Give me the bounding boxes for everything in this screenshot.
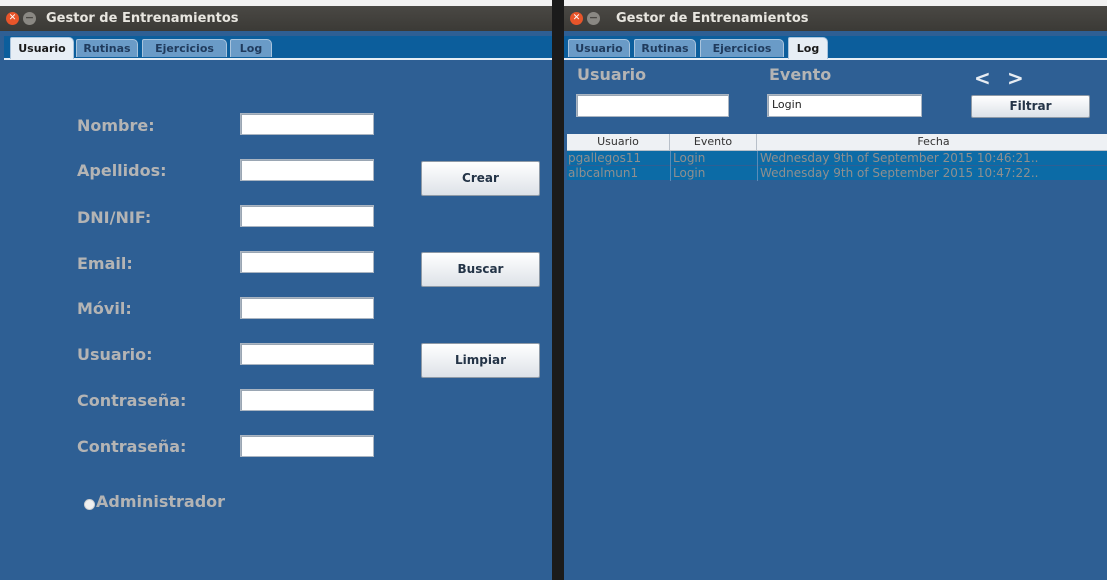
- column-fecha[interactable]: Fecha: [757, 134, 1107, 150]
- tab-usuario[interactable]: Usuario: [10, 37, 74, 59]
- dni-label: DNI/NIF:: [77, 208, 152, 227]
- minimize-icon[interactable]: −: [23, 12, 36, 25]
- movil-label: Móvil:: [77, 299, 132, 318]
- usuario-filter-input[interactable]: [576, 94, 729, 117]
- close-icon[interactable]: ✕: [6, 12, 19, 25]
- crear-button[interactable]: Crear: [421, 161, 540, 196]
- tab-ejercicios[interactable]: Ejercicios: [700, 39, 784, 57]
- dni-field[interactable]: [240, 205, 374, 227]
- apellidos-field[interactable]: [240, 159, 374, 181]
- evento-filter-input[interactable]: Login: [767, 94, 922, 117]
- evento-filter-label: Evento: [769, 65, 832, 84]
- nombre-field[interactable]: [240, 113, 374, 135]
- row-usuario-cell: albcalmun1: [568, 166, 639, 180]
- confirm-password-field[interactable]: [240, 435, 374, 457]
- password-field[interactable]: [240, 389, 374, 411]
- table-row[interactable]: albcalmun1 Login Wednesday 9th of Septem…: [567, 166, 1107, 181]
- table-row[interactable]: pgallegos11 Login Wednesday 9th of Septe…: [567, 151, 1107, 166]
- tab-ejercicios[interactable]: Ejercicios: [142, 39, 227, 57]
- log-window: ✕ − Gestor de Entrenamientos Usuario Rut…: [564, 0, 1107, 580]
- minimize-icon[interactable]: −: [587, 12, 600, 25]
- row-fecha-cell: Wednesday 9th of September 2015 10:47:22…: [760, 166, 1039, 180]
- usuario-window: ✕ − Gestor de Entrenamientos Usuario Rut…: [0, 0, 558, 580]
- row-usuario-cell: pgallegos11: [568, 151, 642, 165]
- next-page-button[interactable]: >: [1007, 66, 1024, 90]
- tab-usuario[interactable]: Usuario: [568, 39, 630, 57]
- title-bar: ✕ − Gestor de Entrenamientos: [0, 6, 552, 31]
- prev-page-button[interactable]: <: [974, 66, 991, 90]
- usuario-label: Usuario:: [77, 345, 153, 364]
- tab-bar: Usuario Rutinas Ejercicios Log: [564, 36, 1107, 60]
- window-title: Gestor de Entrenamientos: [616, 11, 809, 26]
- usuario-filter-label: Usuario: [577, 65, 647, 84]
- column-usuario[interactable]: Usuario: [567, 134, 670, 150]
- confirm-password-label: Contraseña:: [77, 437, 187, 456]
- window-title: Gestor de Entrenamientos: [46, 11, 239, 26]
- row-evento-cell: Login: [673, 166, 706, 180]
- tab-log[interactable]: Log: [230, 39, 272, 57]
- administrador-label[interactable]: Administrador: [96, 492, 225, 511]
- row-evento-cell: Login: [673, 151, 706, 165]
- log-table-header: Usuario Evento Fecha: [567, 134, 1107, 151]
- apellidos-label: Apellidos:: [77, 161, 167, 180]
- email-field[interactable]: [240, 251, 374, 273]
- password-label: Contraseña:: [77, 391, 187, 410]
- tab-log[interactable]: Log: [788, 37, 828, 59]
- email-label: Email:: [77, 254, 133, 273]
- tab-rutinas[interactable]: Rutinas: [76, 39, 138, 57]
- title-bar: ✕ − Gestor de Entrenamientos: [564, 6, 1107, 31]
- column-separator: [757, 151, 758, 166]
- administrador-radio[interactable]: [84, 499, 95, 510]
- tab-bar: Usuario Rutinas Ejercicios Log: [4, 36, 552, 60]
- usuario-field[interactable]: [240, 343, 374, 365]
- column-separator: [670, 151, 671, 166]
- buscar-button[interactable]: Buscar: [421, 252, 540, 287]
- tab-rutinas[interactable]: Rutinas: [634, 39, 696, 57]
- close-icon[interactable]: ✕: [570, 12, 583, 25]
- filtrar-button[interactable]: Filtrar: [971, 95, 1090, 118]
- limpiar-button[interactable]: Limpiar: [421, 343, 540, 378]
- movil-field[interactable]: [240, 297, 374, 319]
- column-separator: [670, 166, 671, 181]
- column-evento[interactable]: Evento: [670, 134, 757, 150]
- column-separator: [757, 166, 758, 181]
- nombre-label: Nombre:: [77, 116, 155, 135]
- row-fecha-cell: Wednesday 9th of September 2015 10:46:21…: [760, 151, 1039, 165]
